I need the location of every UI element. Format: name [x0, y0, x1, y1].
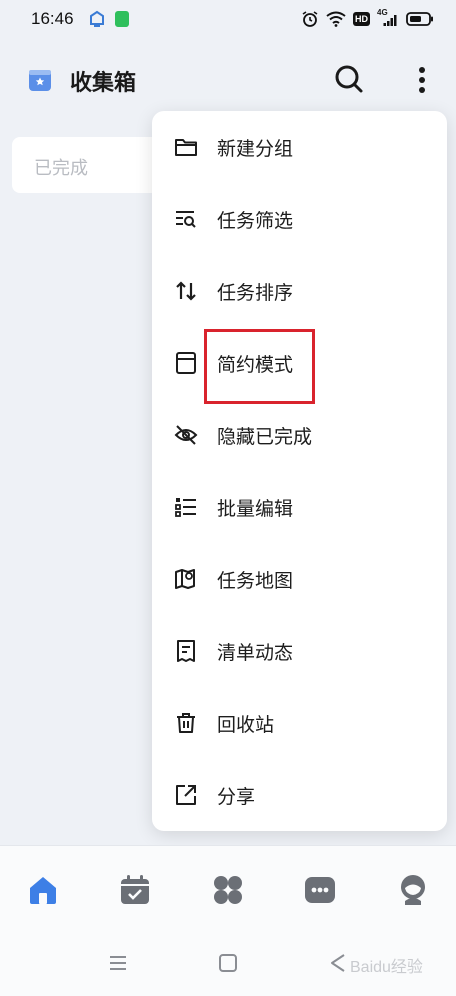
- menu-item-filter[interactable]: 任务筛选: [152, 183, 447, 255]
- menu-item-label: 清单动态: [217, 642, 294, 664]
- app-header: 收集箱: [0, 50, 456, 110]
- share-icon: [176, 785, 196, 805]
- profile-icon[interactable]: [396, 873, 430, 907]
- folder-icon: [175, 139, 197, 156]
- menu-item-batch-edit[interactable]: 批量编辑: [152, 471, 447, 543]
- compact-mode-icon: [176, 352, 196, 374]
- completed-label: 已完成: [34, 158, 88, 179]
- menu-item-recycle-bin[interactable]: 回收站: [152, 687, 447, 759]
- chat-icon[interactable]: [303, 873, 337, 907]
- status-indicators: HD 4G: [301, 8, 434, 28]
- battery-icon: [406, 12, 433, 26]
- menu-item-label: 隐藏已完成: [217, 426, 313, 448]
- apps-icon[interactable]: [211, 873, 245, 907]
- home-icon[interactable]: [26, 873, 60, 907]
- hd-badge: HD: [353, 12, 370, 26]
- menu-item-label: 任务排序: [217, 282, 294, 304]
- search-icon[interactable]: [333, 63, 365, 95]
- more-options-icon[interactable]: [410, 64, 434, 96]
- menu-item-new-group[interactable]: 新建分组: [152, 111, 447, 183]
- menu-item-share[interactable]: 分享: [152, 759, 447, 831]
- filter-search-icon: [176, 211, 196, 228]
- back-nav-icon[interactable]: [328, 953, 348, 973]
- baidu-watermark: Baidu经验: [350, 959, 423, 976]
- menu-item-task-map[interactable]: 任务地图: [152, 543, 447, 615]
- completed-section[interactable]: 已完成: [12, 137, 162, 193]
- trash-icon: [177, 713, 195, 733]
- menu-item-label: 批量编辑: [217, 498, 294, 520]
- receipt-icon: [177, 640, 195, 662]
- status-bar: 16:46 HD 4G: [0, 0, 456, 40]
- inbox-list-icon: [29, 70, 51, 91]
- app-notification-icon-2: [115, 11, 129, 27]
- sort-icon: [176, 281, 196, 301]
- status-time: 16:46: [31, 9, 74, 28]
- page-title: 收集箱: [70, 71, 137, 96]
- menu-item-label: 任务筛选: [217, 210, 294, 232]
- batch-list-icon: [175, 498, 196, 517]
- map-pin-icon: [175, 569, 195, 589]
- home-nav-icon[interactable]: [218, 953, 238, 973]
- menu-nav-icon[interactable]: [108, 953, 128, 973]
- bottom-tab-bar: [0, 845, 456, 934]
- menu-item-label: 任务地图: [217, 570, 294, 592]
- menu-item-label: 回收站: [217, 714, 275, 736]
- calendar-icon[interactable]: [118, 873, 152, 907]
- menu-item-sort[interactable]: 任务排序: [152, 255, 447, 327]
- eye-off-icon: [174, 425, 198, 445]
- options-menu: 新建分组 任务筛选 任务排序 简约模式 隐藏已完成 批量编辑 任务地图 清单动态…: [152, 111, 447, 831]
- menu-item-hide-completed[interactable]: 隐藏已完成: [152, 399, 447, 471]
- menu-item-label: 新建分组: [217, 138, 294, 160]
- alarm-icon: [302, 11, 318, 27]
- app-notification-icon: [90, 10, 104, 27]
- menu-item-list-activity[interactable]: 清单动态: [152, 615, 447, 687]
- cellular-signal-icon: 4G: [377, 8, 399, 27]
- highlight-annotation: [204, 329, 315, 404]
- wifi-icon: [326, 11, 346, 27]
- menu-item-label: 分享: [217, 786, 256, 808]
